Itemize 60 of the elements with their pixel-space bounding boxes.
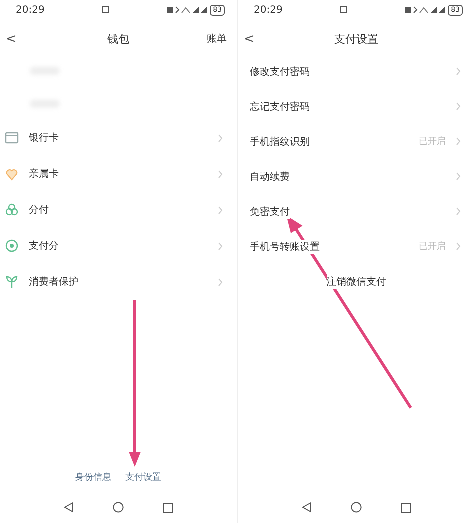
chevron-icon [218, 278, 223, 286]
circle-badge-icon [5, 239, 19, 253]
back-button[interactable]: < [238, 32, 278, 46]
item-label: 支付分 [29, 239, 59, 253]
signal-icon [405, 6, 446, 14]
home-nav-icon[interactable] [350, 502, 362, 513]
menu-item[interactable]: 自动续费 [238, 159, 475, 194]
deactivate-button[interactable]: 注销微信支付 [326, 275, 386, 289]
item-label: 手机指纹识别 [250, 134, 310, 148]
menu-item[interactable]: 免密支付 [238, 194, 475, 229]
clock-time: 20:29 [16, 4, 45, 16]
footer-link[interactable]: 支付设置 [126, 471, 162, 484]
chevron-icon [218, 242, 223, 250]
back-nav-icon[interactable] [64, 502, 74, 513]
bill-link[interactable]: 账单 [197, 32, 237, 46]
status-text: 已开启 [419, 240, 446, 253]
page-title: 钱包 [106, 32, 130, 46]
card-icon [5, 132, 19, 144]
item-label: 忘记支付密码 [250, 100, 310, 114]
chevron-icon [456, 207, 461, 216]
item-label: 自动续费 [250, 170, 290, 184]
page-title: 支付设置 [334, 32, 380, 46]
menu-item[interactable]: 银行卡 [0, 120, 237, 156]
menu-item[interactable]: 手机指纹识别 已开启 [238, 124, 475, 159]
notification-icon [102, 6, 110, 14]
chevron-icon [456, 172, 461, 181]
item-label: 亲属卡 [29, 167, 59, 181]
recents-nav-icon[interactable] [400, 502, 411, 512]
heart-icon [5, 168, 19, 180]
status-text: 已开启 [419, 136, 446, 148]
notification-icon [340, 6, 348, 14]
item-label: 银行卡 [29, 131, 59, 145]
menu-item[interactable]: 亲属卡 [0, 156, 237, 192]
menu-item[interactable]: 支付分 [0, 228, 237, 264]
chevron-icon [456, 67, 461, 76]
item-label: 手机号转账设置 [250, 240, 320, 254]
menu-item[interactable]: 手机号转账设置 已开启 [238, 229, 475, 264]
item-label: 免密支付 [250, 204, 290, 218]
sprout-icon [5, 275, 19, 289]
footer-link[interactable]: 身份信息 [76, 471, 112, 484]
menu-item[interactable]: 消费者保护 [0, 264, 237, 300]
item-label: 分付 [29, 203, 49, 217]
chevron-icon [218, 206, 223, 214]
back-button[interactable]: < [0, 32, 40, 46]
clock-time: 20:29 [254, 4, 283, 16]
signal-icon [167, 6, 208, 14]
item-label: 修改支付密码 [250, 64, 310, 78]
chevron-icon [456, 102, 461, 111]
clover-icon [5, 203, 19, 217]
chevron-icon [218, 134, 223, 142]
menu-item[interactable]: 分付 [0, 192, 237, 228]
chevron-icon [456, 242, 461, 251]
item-label: 消费者保护 [29, 275, 79, 289]
menu-item[interactable]: 修改支付密码 [238, 54, 475, 89]
recents-nav-icon[interactable] [162, 502, 173, 512]
chevron-icon [456, 137, 461, 146]
chevron-icon [218, 170, 223, 178]
home-nav-icon[interactable] [112, 502, 124, 513]
back-nav-icon[interactable] [302, 502, 312, 513]
menu-item[interactable]: 忘记支付密码 [238, 89, 475, 124]
